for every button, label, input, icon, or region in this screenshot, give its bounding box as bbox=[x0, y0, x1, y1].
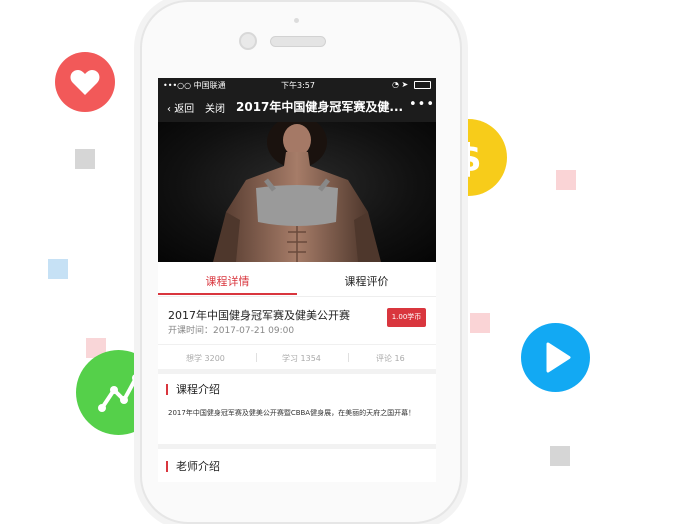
decor-square bbox=[48, 259, 68, 279]
status-bar: •••○○ 中国联通 下午3:57 ◔ ➤ bbox=[158, 78, 436, 92]
section-gap bbox=[158, 369, 436, 374]
course-stats: 想学 3200 学习 1354 评论 16 bbox=[158, 344, 436, 369]
course-intro-text: 2017年中国健身冠军赛及健美公开赛暨CBBA健身展，在美丽的天府之国开幕！ bbox=[168, 409, 416, 417]
tab-bar: 课程详情 课程评价 bbox=[158, 262, 436, 297]
tab-course-detail[interactable]: 课程详情 bbox=[158, 273, 297, 289]
stat-comments: 评论 16 bbox=[376, 354, 405, 363]
status-time: 下午3:57 bbox=[281, 81, 315, 90]
decor-square bbox=[550, 446, 570, 466]
stat-want-to-learn: 想学 3200 bbox=[186, 354, 225, 363]
decor-square bbox=[75, 149, 95, 169]
phone-screen: •••○○ 中国联通 下午3:57 ◔ ➤ ‹ 返回 关闭 2017年中国健身冠… bbox=[158, 78, 436, 482]
course-intro-heading: 课程介绍 bbox=[166, 384, 220, 395]
close-button[interactable]: 关闭 bbox=[205, 100, 225, 115]
phone-speaker bbox=[270, 36, 326, 47]
price-button[interactable]: 1.00学币 bbox=[387, 308, 426, 327]
course-title: 2017年中国健身冠军赛及健美公开赛 bbox=[168, 309, 350, 322]
more-options-icon[interactable]: ••• bbox=[409, 97, 435, 112]
decor-square bbox=[556, 170, 576, 190]
stat-learning: 学习 1354 bbox=[282, 354, 321, 363]
back-label: 返回 bbox=[174, 104, 195, 115]
decor-square bbox=[470, 313, 490, 333]
heart-icon bbox=[55, 52, 115, 112]
carrier-text: •••○○ 中国联通 bbox=[163, 81, 226, 90]
phone-sensor bbox=[294, 18, 299, 23]
battery-icon bbox=[414, 81, 431, 89]
active-tab-indicator bbox=[158, 293, 297, 295]
tab-course-review[interactable]: 课程评价 bbox=[297, 273, 436, 289]
course-start-time: 开课时间：2017-07-21 09:00 bbox=[168, 326, 295, 336]
back-button[interactable]: ‹ 返回 bbox=[167, 100, 194, 115]
phone-camera bbox=[239, 32, 257, 50]
stat-divider bbox=[256, 353, 257, 362]
teacher-intro-heading: 老师介绍 bbox=[166, 461, 220, 472]
page-title: 2017年中国健身冠军赛及健... bbox=[236, 100, 404, 114]
section-gap bbox=[158, 444, 436, 449]
status-icons: ◔ ➤ bbox=[392, 80, 409, 89]
nav-bar: ‹ 返回 关闭 2017年中国健身冠军赛及健... ••• bbox=[158, 92, 436, 122]
stat-divider bbox=[348, 353, 349, 362]
play-icon bbox=[521, 323, 590, 392]
course-cover-image bbox=[158, 122, 436, 262]
